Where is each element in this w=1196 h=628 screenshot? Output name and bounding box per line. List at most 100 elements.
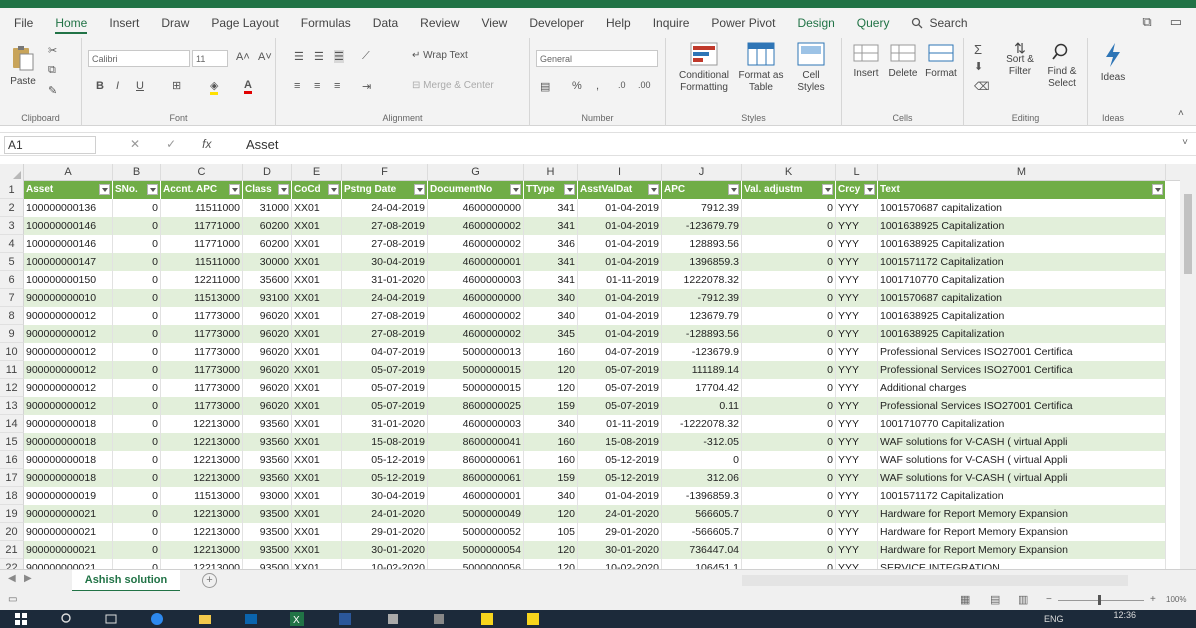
table-cell[interactable]: 0 <box>742 469 836 487</box>
column-header[interactable]: B <box>113 164 161 181</box>
row-number[interactable]: 3 <box>0 217 24 235</box>
conditional-formatting-button[interactable]: Conditional Formatting <box>672 42 736 94</box>
table-cell[interactable]: 0 <box>113 523 161 541</box>
row-number[interactable]: 4 <box>0 235 24 253</box>
table-cell[interactable]: SERVICE INTEGRATION <box>878 559 1166 569</box>
row-number[interactable]: 21 <box>0 541 24 559</box>
format-cells-button[interactable]: Format <box>922 42 960 80</box>
table-cell[interactable]: 1001638925 Capitalization <box>878 325 1166 343</box>
accounting-format-icon[interactable]: ▤ <box>540 80 550 93</box>
tab-formulas[interactable]: Formulas <box>301 8 351 38</box>
insert-cells-button[interactable]: Insert <box>848 42 884 80</box>
table-cell[interactable]: 346 <box>524 235 578 253</box>
table-cell[interactable]: XX01 <box>292 433 342 451</box>
table-cell[interactable]: 0 <box>742 505 836 523</box>
table-cell[interactable]: 15-08-2019 <box>342 433 428 451</box>
table-cell[interactable]: XX01 <box>292 559 342 569</box>
table-cell[interactable]: 0 <box>113 415 161 433</box>
comments-icon[interactable]: ▭ <box>1170 14 1182 30</box>
table-cell[interactable]: 0 <box>113 361 161 379</box>
table-cell[interactable]: -123679.79 <box>662 217 742 235</box>
table-cell[interactable]: 01-11-2019 <box>578 415 662 433</box>
vertical-scrollbar[interactable] <box>1180 164 1196 569</box>
table-cell[interactable]: 31-01-2020 <box>342 415 428 433</box>
table-cell[interactable]: 12211000 <box>161 271 243 289</box>
delete-cells-button[interactable]: Delete <box>884 42 922 80</box>
table-cell[interactable]: YYY <box>836 343 878 361</box>
copy-icon[interactable]: ⧉ <box>48 64 56 77</box>
table-cell[interactable]: 566605.7 <box>662 505 742 523</box>
column-header[interactable]: D <box>243 164 292 181</box>
table-cell[interactable]: 93500 <box>243 541 292 559</box>
table-cell[interactable]: 159 <box>524 397 578 415</box>
table-cell[interactable]: XX01 <box>292 235 342 253</box>
table-cell[interactable]: 900000000012 <box>24 343 113 361</box>
tab-help[interactable]: Help <box>606 8 631 38</box>
header-cell[interactable]: SNo. <box>113 181 161 199</box>
search-box[interactable]: Search <box>911 8 968 38</box>
tab-draw[interactable]: Draw <box>161 8 189 38</box>
zoom-level[interactable]: 100% <box>1166 595 1186 604</box>
table-cell[interactable]: 12213000 <box>161 469 243 487</box>
tab-inquire[interactable]: Inquire <box>653 8 690 38</box>
table-cell[interactable]: YYY <box>836 379 878 397</box>
tab-developer[interactable]: Developer <box>529 8 584 38</box>
table-cell[interactable]: YYY <box>836 361 878 379</box>
filter-dropdown-icon[interactable] <box>414 184 425 195</box>
autosum-icon[interactable]: Σ <box>974 42 982 57</box>
table-cell[interactable]: 1396859.3 <box>662 253 742 271</box>
table-cell[interactable]: 12213000 <box>161 451 243 469</box>
table-cell[interactable]: 27-08-2019 <box>342 325 428 343</box>
table-cell[interactable]: 5000000013 <box>428 343 524 361</box>
share-icon[interactable]: ⧉ <box>1142 14 1151 30</box>
table-cell[interactable]: 0 <box>113 433 161 451</box>
table-cell[interactable]: XX01 <box>292 523 342 541</box>
table-cell[interactable]: 111189.14 <box>662 361 742 379</box>
table-cell[interactable]: 0 <box>113 379 161 397</box>
table-cell[interactable]: 24-01-2020 <box>578 505 662 523</box>
page-break-view-icon[interactable]: ▥ <box>1018 593 1028 606</box>
table-cell[interactable]: YYY <box>836 451 878 469</box>
header-cell[interactable]: CoCd <box>292 181 342 199</box>
table-cell[interactable]: XX01 <box>292 379 342 397</box>
table-cell[interactable]: XX01 <box>292 469 342 487</box>
table-cell[interactable]: 5000000015 <box>428 361 524 379</box>
font-color-icon[interactable]: A <box>244 79 252 94</box>
wrap-text-button[interactable]: ↵ Wrap Text <box>412 50 468 61</box>
column-header[interactable]: I <box>578 164 662 181</box>
table-cell[interactable]: 900000000021 <box>24 559 113 569</box>
table-cell[interactable]: 100000000146 <box>24 235 113 253</box>
table-cell[interactable]: 93500 <box>243 505 292 523</box>
word-taskbar-icon[interactable] <box>338 612 352 626</box>
clear-icon[interactable]: ⌫ <box>974 80 990 93</box>
filter-dropdown-icon[interactable] <box>229 184 240 195</box>
row-number[interactable]: 10 <box>0 343 24 361</box>
tab-file[interactable]: File <box>14 8 33 38</box>
table-cell[interactable]: XX01 <box>292 343 342 361</box>
table-cell[interactable]: 1001638925 Capitalization <box>878 217 1166 235</box>
table-cell[interactable]: 340 <box>524 415 578 433</box>
table-cell[interactable]: YYY <box>836 523 878 541</box>
table-cell[interactable]: 1001638925 Capitalization <box>878 235 1166 253</box>
table-cell[interactable]: 4600000002 <box>428 325 524 343</box>
table-cell[interactable]: 0 <box>113 505 161 523</box>
table-cell[interactable]: 10-02-2020 <box>342 559 428 569</box>
table-cell[interactable]: Additional charges <box>878 379 1166 397</box>
comma-style-icon[interactable]: , <box>596 80 599 92</box>
table-cell[interactable]: 4600000003 <box>428 271 524 289</box>
table-cell[interactable]: 0.11 <box>662 397 742 415</box>
row-number[interactable]: 15 <box>0 433 24 451</box>
table-cell[interactable]: 1001571172 Capitalization <box>878 487 1166 505</box>
edge-browser-icon[interactable] <box>150 612 164 626</box>
table-cell[interactable]: 01-04-2019 <box>578 253 662 271</box>
table-cell[interactable]: 0 <box>742 523 836 541</box>
table-cell[interactable]: 4600000000 <box>428 289 524 307</box>
table-cell[interactable]: YYY <box>836 289 878 307</box>
table-cell[interactable]: 8600000061 <box>428 451 524 469</box>
table-cell[interactable]: Hardware for Report Memory Expansion <box>878 523 1166 541</box>
column-header[interactable]: C <box>161 164 243 181</box>
sticky-notes-icon[interactable] <box>480 612 494 626</box>
merge-center-button[interactable]: ⊟ Merge & Center <box>412 80 494 91</box>
tab-insert[interactable]: Insert <box>109 8 139 38</box>
table-cell[interactable]: -566605.7 <box>662 523 742 541</box>
